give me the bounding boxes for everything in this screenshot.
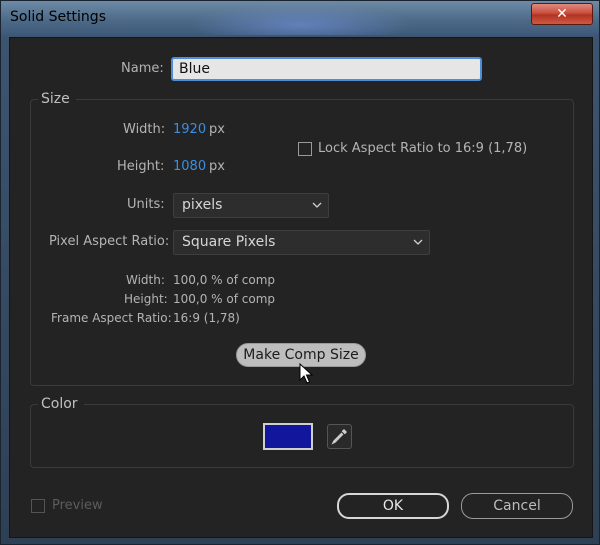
info-frame-aspect-value: 16:9 (1,78) <box>173 311 240 325</box>
mouse-cursor-icon <box>299 363 314 384</box>
width-label: Width: <box>123 122 166 137</box>
window-title: Solid Settings <box>10 9 106 25</box>
eyedropper-button[interactable] <box>327 424 352 449</box>
par-label: Pixel Aspect Ratio: <box>49 234 170 249</box>
width-value[interactable]: 1920 <box>173 122 206 137</box>
name-input[interactable]: Blue <box>171 57 482 81</box>
chevron-down-icon <box>413 239 423 245</box>
height-label: Height: <box>117 159 165 174</box>
info-width-value: 100,0 % of comp <box>173 273 276 287</box>
name-label: Name: <box>121 61 164 76</box>
width-unit: px <box>209 122 225 137</box>
preview-checkbox[interactable] <box>31 499 45 513</box>
eyedropper-icon <box>331 429 347 445</box>
solid-settings-window: Solid Settings ✕ Name: Blue Size Width: … <box>0 0 600 545</box>
chevron-down-icon <box>312 202 322 208</box>
units-dropdown[interactable]: pixels <box>173 193 329 218</box>
cancel-button[interactable]: Cancel <box>461 493 573 519</box>
units-label: Units: <box>127 197 165 212</box>
color-group-title: Color <box>38 396 84 412</box>
dialog-body: Name: Blue Size Width: 1920 px Lock Aspe… <box>9 37 593 538</box>
lock-aspect-checkbox[interactable] <box>298 142 312 156</box>
height-unit: px <box>209 159 225 174</box>
info-frame-aspect-label: Frame Aspect Ratio: <box>51 311 172 325</box>
close-icon: ✕ <box>556 6 568 22</box>
info-width-label: Width: <box>126 273 165 287</box>
preview-label[interactable]: Preview <box>52 498 103 513</box>
title-bar[interactable]: Solid Settings ✕ <box>1 1 599 35</box>
size-group-title: Size <box>38 91 76 107</box>
color-swatch[interactable] <box>263 423 313 450</box>
ok-button[interactable]: OK <box>337 493 449 519</box>
info-height-value: 100,0 % of comp <box>173 292 276 306</box>
info-height-label: Height: <box>124 292 168 306</box>
lock-aspect-label[interactable]: Lock Aspect Ratio to 16:9 (1,78) <box>318 141 527 156</box>
par-dropdown[interactable]: Square Pixels <box>173 230 430 255</box>
height-value[interactable]: 1080 <box>173 159 206 174</box>
units-value: pixels <box>182 197 223 213</box>
close-button[interactable]: ✕ <box>531 3 593 25</box>
par-value: Square Pixels <box>182 234 276 250</box>
